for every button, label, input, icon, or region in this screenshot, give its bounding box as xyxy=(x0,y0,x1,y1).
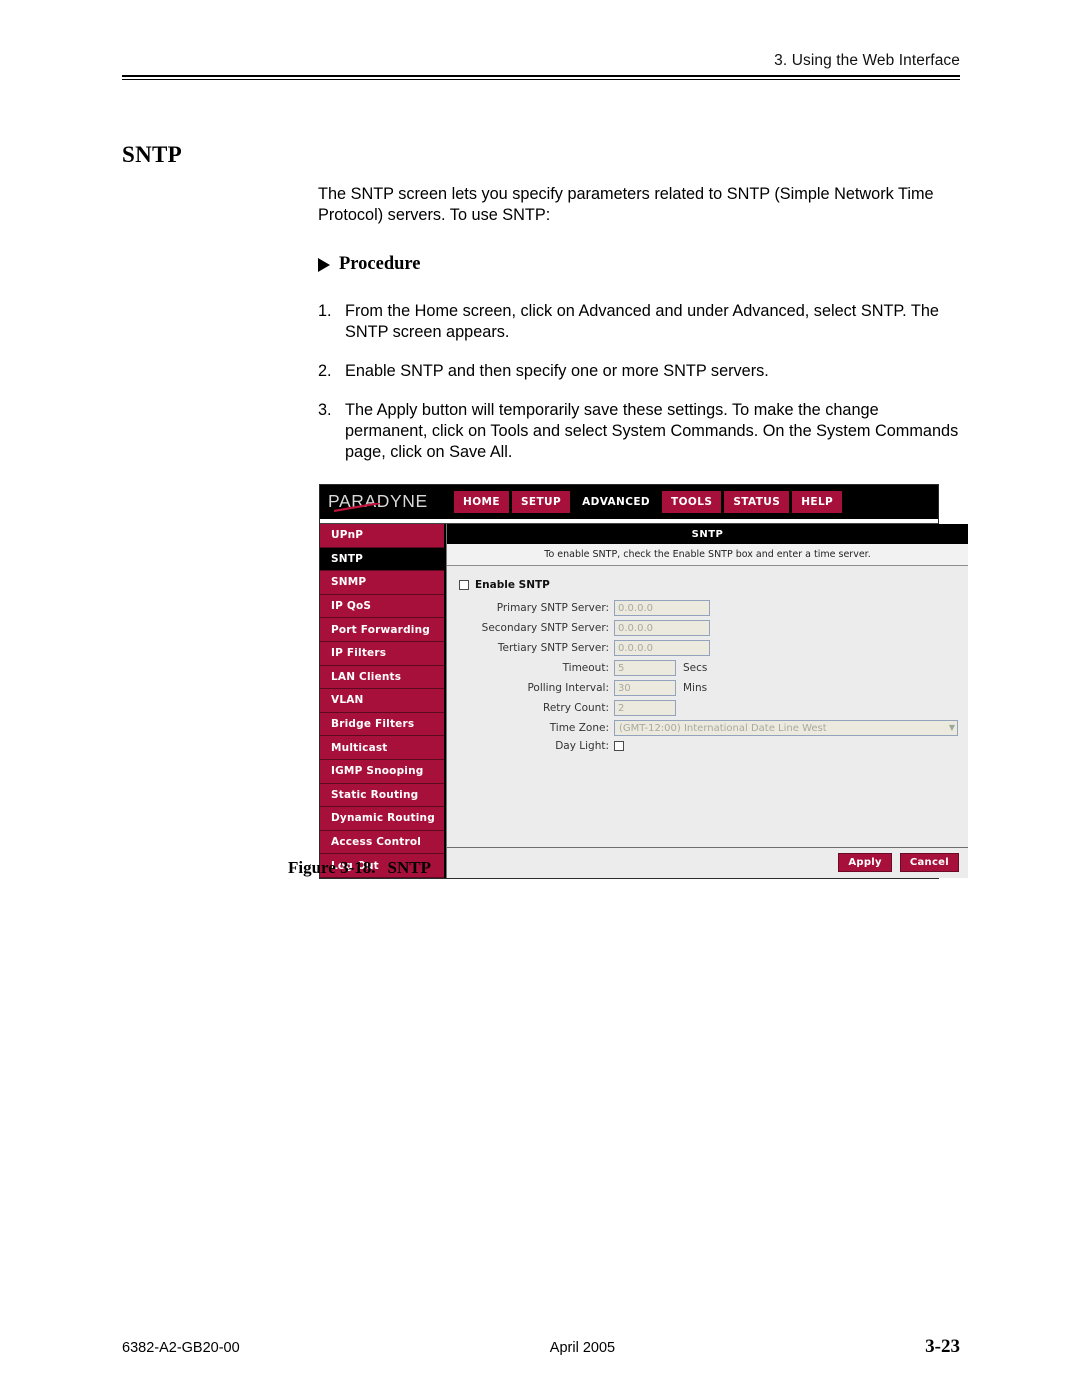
enable-sntp-label: Enable SNTP xyxy=(475,579,550,591)
enable-sntp-checkbox[interactable] xyxy=(459,580,469,590)
figure-caption: Figure 3-18. SNTP xyxy=(288,858,431,878)
timeout-input[interactable]: 5 xyxy=(614,660,676,676)
time-zone-selected-value: (GMT-12:00) International Date Line West xyxy=(619,722,827,734)
tertiary-sntp-server-label: Tertiary SNTP Server: xyxy=(497,642,609,654)
footer-page-number: 3-23 xyxy=(925,1336,960,1357)
nav-tab-help[interactable]: HELP xyxy=(792,491,843,513)
step-text: Enable SNTP and then specify one or more… xyxy=(345,362,769,380)
time-zone-select[interactable]: (GMT-12:00) International Date Line West… xyxy=(614,720,958,736)
sidebar-item-bridge-filters[interactable]: Bridge Filters xyxy=(320,712,444,737)
nav-tab-tools[interactable]: TOOLS xyxy=(662,491,722,513)
sidebar-item-sntp[interactable]: SNTP xyxy=(320,547,444,572)
time-zone-row: Time Zone: (GMT-12:00) International Dat… xyxy=(457,720,958,736)
list-item: 3. The Apply button will temporarily sav… xyxy=(318,400,960,463)
sidebar-item-vlan[interactable]: VLAN xyxy=(320,689,444,713)
router-top-navigation-bar: PARADYNE HOME SETUP ADVANCED TOOLS STATU… xyxy=(320,485,938,519)
content-pane: SNTP To enable SNTP, check the Enable SN… xyxy=(446,524,968,878)
primary-sntp-server-input[interactable]: 0.0.0.0 xyxy=(614,600,710,616)
sidebar-item-snmp[interactable]: SNMP xyxy=(320,571,444,595)
triangle-bullet-icon xyxy=(318,257,330,272)
footer-document-number: 6382-A2-GB20-00 xyxy=(122,1340,240,1356)
day-light-label: Day Light: xyxy=(555,740,609,752)
time-zone-label: Time Zone: xyxy=(549,722,609,734)
nav-tab-home[interactable]: HOME xyxy=(454,491,509,513)
sidebar-item-upnp[interactable]: UPnP xyxy=(320,524,444,548)
figure-caption-number: Figure 3-18. xyxy=(288,858,376,877)
polling-interval-label: Polling Interval: xyxy=(527,682,609,694)
polling-interval-row: Polling Interval: 30 Mins xyxy=(457,680,958,696)
polling-interval-unit-label: Mins xyxy=(683,682,708,694)
primary-sntp-server-label: Primary SNTP Server: xyxy=(496,602,609,614)
step-number: 1. xyxy=(318,302,332,320)
figure-caption-title: SNTP xyxy=(387,858,431,877)
sidebar-item-dynamic-routing[interactable]: Dynamic Routing xyxy=(320,807,444,831)
main-nav-list: HOME SETUP ADVANCED TOOLS STATUS HELP xyxy=(454,491,843,513)
panel-title: SNTP xyxy=(447,524,968,544)
sidebar-item-port-forwarding[interactable]: Port Forwarding xyxy=(320,618,444,642)
step-text: From the Home screen, click on Advanced … xyxy=(345,302,939,341)
nav-tab-advanced[interactable]: ADVANCED xyxy=(573,491,660,513)
router-web-interface: PARADYNE HOME SETUP ADVANCED TOOLS STATU… xyxy=(319,484,968,879)
timeout-label: Timeout: xyxy=(562,662,609,674)
step-text: The Apply button will temporarily save t… xyxy=(345,401,959,461)
header-chapter-text: 3. Using the Web Interface xyxy=(774,52,960,69)
sidebar-item-igmp-snooping[interactable]: IGMP Snooping xyxy=(320,759,444,784)
page-running-header: 3. Using the Web Interface xyxy=(122,52,960,80)
nav-tab-status[interactable]: STATUS xyxy=(724,491,790,513)
sidebar-item-static-routing[interactable]: Static Routing xyxy=(320,783,444,808)
page-title: SNTP xyxy=(122,142,182,167)
panel-instruction-text: To enable SNTP, check the Enable SNTP bo… xyxy=(447,544,968,566)
procedure-heading: Procedure xyxy=(318,254,960,275)
enable-sntp-row[interactable]: Enable SNTP xyxy=(459,579,958,591)
nav-tab-setup[interactable]: SETUP xyxy=(511,491,571,513)
list-item: 2. Enable SNTP and then specify one or m… xyxy=(318,361,960,382)
step-number: 3. xyxy=(318,401,332,419)
retry-count-input[interactable]: 2 xyxy=(614,700,676,716)
procedure-steps-list: 1. From the Home screen, click on Advanc… xyxy=(318,301,960,463)
tertiary-sntp-server-input[interactable]: 0.0.0.0 xyxy=(614,640,710,656)
body-content-column: The SNTP screen lets you specify paramet… xyxy=(318,184,960,481)
form-button-bar: Apply Cancel xyxy=(447,846,968,878)
procedure-label: Procedure xyxy=(339,254,421,274)
day-light-checkbox[interactable] xyxy=(614,741,624,751)
cancel-button[interactable]: Cancel xyxy=(899,852,959,872)
sidebar-menu: UPnP SNTP SNMP IP QoS Port Forwarding IP… xyxy=(320,524,446,878)
retry-count-label: Retry Count: xyxy=(543,702,609,714)
sidebar-item-multicast[interactable]: Multicast xyxy=(320,736,444,760)
sidebar-item-lan-clients[interactable]: LAN Clients xyxy=(320,665,444,690)
secondary-sntp-server-label: Secondary SNTP Server: xyxy=(481,622,609,634)
sidebar-item-ip-qos[interactable]: IP QoS xyxy=(320,594,444,619)
primary-sntp-server-row: Primary SNTP Server: 0.0.0.0 xyxy=(457,600,958,616)
step-number: 2. xyxy=(318,362,332,380)
sidebar-item-ip-filters[interactable]: IP Filters xyxy=(320,641,444,666)
figure-image: PARADYNE HOME SETUP ADVANCED TOOLS STATU… xyxy=(319,484,968,879)
apply-button[interactable]: Apply xyxy=(838,852,892,872)
secondary-sntp-server-row: Secondary SNTP Server: 0.0.0.0 xyxy=(457,620,958,636)
footer-date: April 2005 xyxy=(549,1340,616,1356)
sidebar-item-access-control[interactable]: Access Control xyxy=(320,830,444,855)
page-footer: 6382-A2-GB20-00 April 2005 3-23 xyxy=(122,1336,960,1358)
timeout-row: Timeout: 5 Secs xyxy=(457,660,958,676)
chevron-down-icon: ▼ xyxy=(948,723,955,732)
secondary-sntp-server-input[interactable]: 0.0.0.0 xyxy=(614,620,710,636)
header-divider-rule xyxy=(122,75,960,80)
tertiary-sntp-server-row: Tertiary SNTP Server: 0.0.0.0 xyxy=(457,640,958,656)
logo-swoosh-icon xyxy=(334,503,380,512)
retry-count-row: Retry Count: 2 xyxy=(457,700,958,716)
router-body: UPnP SNTP SNMP IP QoS Port Forwarding IP… xyxy=(320,524,968,878)
list-item: 1. From the Home screen, click on Advanc… xyxy=(318,301,960,343)
sntp-form: Enable SNTP Primary SNTP Server: 0.0.0.0… xyxy=(447,566,968,847)
polling-interval-input[interactable]: 30 xyxy=(614,680,676,696)
timeout-unit-label: Secs xyxy=(683,662,708,674)
day-light-row: Day Light: xyxy=(457,740,958,752)
paradyne-logo: PARADYNE xyxy=(326,489,444,515)
intro-paragraph: The SNTP screen lets you specify paramet… xyxy=(318,185,934,224)
